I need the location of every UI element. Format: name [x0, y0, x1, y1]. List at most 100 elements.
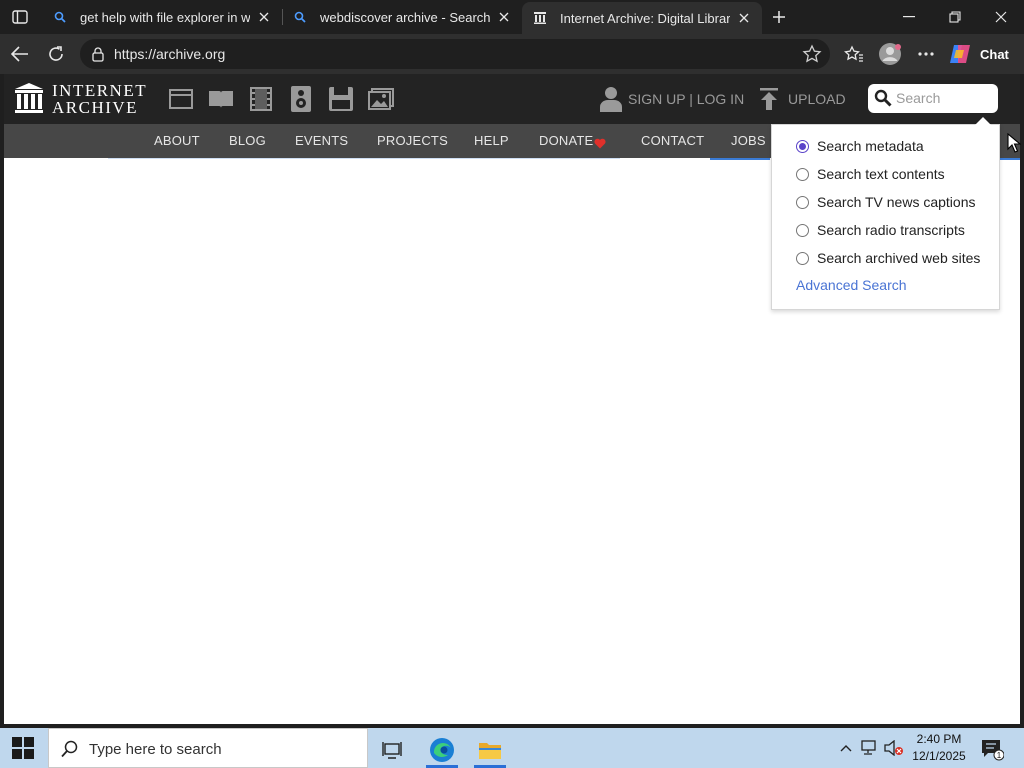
logo-line-2: ARCHIVE: [52, 98, 139, 117]
bing-search-icon: [52, 9, 68, 25]
tab-title: webdiscover archive - Search: [320, 9, 490, 25]
browser-tab-file-explorer-help[interactable]: get help with file explorer in windows: [42, 2, 282, 32]
edge-browser-icon[interactable]: [422, 732, 462, 768]
nav-jobs[interactable]: JOBS: [731, 133, 766, 148]
sign-up-log-in-link[interactable]: SIGN UP | LOG IN: [600, 86, 744, 112]
internet-archive-logo[interactable]: INTERNET ARCHIVE: [14, 82, 154, 118]
archive-temple-icon: [532, 10, 548, 26]
chat-label: Chat: [980, 46, 1009, 62]
option-label: Search text contents: [817, 166, 945, 182]
notification-count: 1: [997, 751, 1002, 760]
task-view-icon[interactable]: [372, 732, 412, 768]
nav-events[interactable]: EVENTS: [295, 133, 348, 148]
nav-help[interactable]: HELP: [474, 133, 509, 148]
radio-search-text-contents[interactable]: [796, 167, 809, 181]
windows-taskbar: Type here to search 2:40 PM 12/1/2025 1: [0, 728, 1024, 768]
tab-title: get help with file explorer in windows: [80, 9, 250, 25]
option-label: Search metadata: [817, 138, 924, 154]
volume-muted-icon[interactable]: [884, 738, 904, 758]
archive-temple-icon: [15, 83, 43, 113]
upload-link[interactable]: UPLOAD: [760, 86, 846, 112]
bing-search-icon: [292, 9, 308, 25]
windows-start-button[interactable]: [12, 737, 36, 761]
nav-about[interactable]: ABOUT: [154, 133, 200, 148]
back-button[interactable]: [6, 40, 34, 68]
video-film-icon[interactable]: [248, 86, 274, 112]
nav-donate[interactable]: DONATE: [539, 133, 593, 148]
restore-window-button[interactable]: [932, 0, 978, 34]
browser-tab-webdiscover-search[interactable]: webdiscover archive - Search: [282, 2, 522, 32]
taskbar-search-box[interactable]: Type here to search: [48, 728, 368, 768]
nav-underline-active: [710, 158, 770, 160]
tab-actions-icon[interactable]: [8, 6, 32, 28]
clock-date: 12/1/2025: [912, 749, 966, 763]
mouse-cursor-icon: [1007, 132, 1022, 158]
new-tab-button[interactable]: [766, 5, 792, 29]
taskbar-search-placeholder: Type here to search: [89, 741, 222, 758]
browser-tab-strip: get help with file explorer in windows w…: [0, 0, 1024, 34]
nav-contact[interactable]: CONTACT: [641, 133, 704, 148]
donate-heart-icon[interactable]: [594, 136, 606, 154]
search-option-radio[interactable]: Search radio transcripts: [796, 220, 965, 240]
favorites-icon[interactable]: [840, 40, 868, 68]
address-bar[interactable]: https://archive.org: [80, 39, 830, 69]
favorite-star-icon[interactable]: [802, 44, 822, 64]
copilot-icon: [948, 42, 972, 66]
close-window-button[interactable]: [978, 0, 1024, 34]
close-tab-icon[interactable]: [736, 10, 752, 26]
page-viewport: INTERNET ARCHIVE SIGN UP | LOG IN UPLOAD…: [4, 74, 1020, 724]
upload-icon: [760, 88, 778, 110]
more-options-icon[interactable]: [912, 40, 940, 68]
search-placeholder: Search: [896, 90, 941, 106]
radio-search-tv-news[interactable]: [796, 195, 809, 209]
audio-speaker-icon[interactable]: [288, 86, 314, 112]
clock-time: 2:40 PM: [916, 732, 962, 746]
nav-underline: [108, 158, 620, 159]
minimize-window-button[interactable]: [886, 0, 932, 34]
file-explorer-icon[interactable]: [470, 732, 510, 768]
option-label: Search radio transcripts: [817, 222, 965, 238]
site-info-lock-icon[interactable]: [90, 46, 106, 62]
radio-search-metadata[interactable]: [796, 139, 809, 153]
ia-top-bar: INTERNET ARCHIVE SIGN UP | LOG IN UPLOAD…: [4, 74, 1020, 124]
logo-wordmark: INTERNET ARCHIVE: [52, 82, 147, 116]
radio-search-radio[interactable]: [796, 223, 809, 237]
taskbar-clock[interactable]: 2:40 PM 12/1/2025: [906, 731, 972, 765]
browser-tab-internet-archive[interactable]: Internet Archive: Digital Library of Fre…: [522, 2, 762, 34]
refresh-button[interactable]: [42, 40, 70, 68]
user-icon: [600, 86, 622, 112]
logo-line-1: INTERNET: [52, 81, 148, 100]
upload-label: UPLOAD: [788, 91, 846, 107]
images-icon[interactable]: [368, 86, 394, 112]
network-icon[interactable]: [860, 738, 880, 758]
action-center-icon[interactable]: 1: [980, 737, 1005, 761]
tab-title: Internet Archive: Digital Library of Fre…: [560, 10, 730, 26]
nav-blog[interactable]: BLOG: [229, 133, 266, 148]
search-option-metadata[interactable]: Search metadata: [796, 136, 924, 156]
copilot-chat-button[interactable]: Chat: [948, 39, 1020, 69]
search-option-tv-news[interactable]: Search TV news captions: [796, 192, 976, 212]
nav-underline-edge: [1000, 158, 1020, 160]
search-options-dropdown: Search metadata Search text contents Sea…: [771, 117, 1000, 310]
close-tab-icon[interactable]: [256, 9, 272, 25]
nav-projects[interactable]: PROJECTS: [377, 133, 448, 148]
browser-toolbar: https://archive.org Chat: [0, 34, 1024, 74]
software-floppy-icon[interactable]: [328, 86, 354, 112]
search-icon: [61, 740, 79, 763]
advanced-search-link[interactable]: Advanced Search: [796, 277, 907, 293]
radio-search-web-sites[interactable]: [796, 251, 809, 265]
url-text[interactable]: https://archive.org: [114, 46, 225, 62]
texts-book-icon[interactable]: [208, 86, 234, 112]
sign-up-log-in-label: SIGN UP | LOG IN: [628, 91, 745, 107]
option-label: Search TV news captions: [817, 194, 976, 210]
close-tab-icon[interactable]: [496, 9, 512, 25]
web-icon[interactable]: [168, 86, 194, 112]
search-option-web-sites[interactable]: Search archived web sites: [796, 248, 980, 268]
search-icon[interactable]: [874, 89, 892, 112]
profile-avatar[interactable]: [876, 40, 904, 68]
option-label: Search archived web sites: [817, 250, 981, 266]
show-hidden-icons-chevron-icon[interactable]: [836, 738, 856, 758]
site-search-input[interactable]: Search: [868, 84, 998, 113]
dropdown-caret: [975, 117, 991, 125]
search-option-text-contents[interactable]: Search text contents: [796, 164, 945, 184]
